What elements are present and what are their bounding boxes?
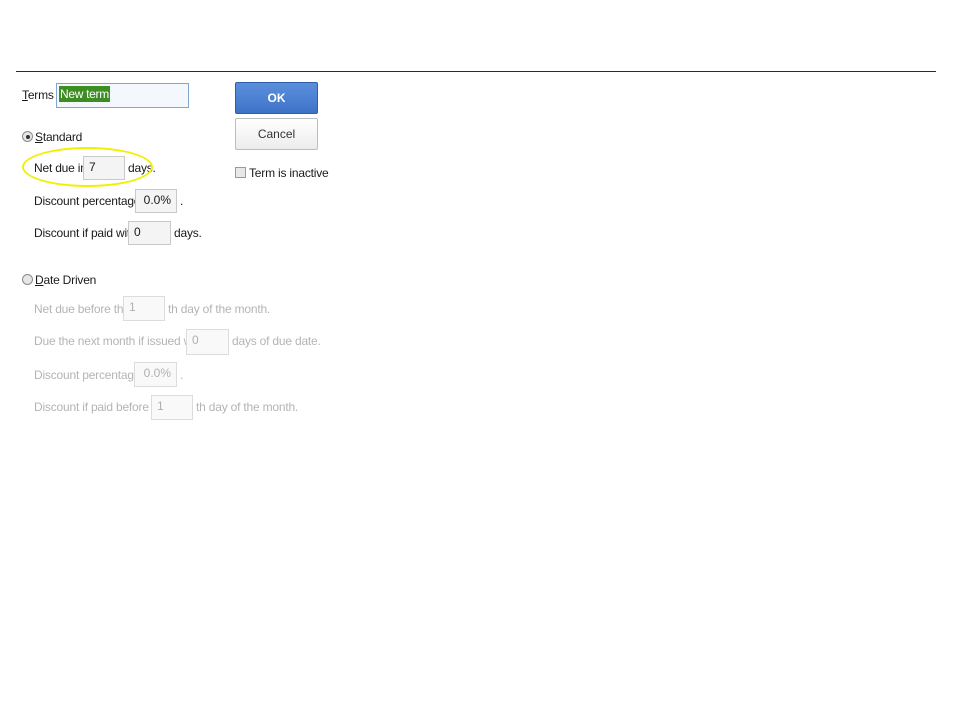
top-divider (16, 71, 936, 72)
cancel-button[interactable]: Cancel (235, 118, 318, 150)
term-inactive-label: Term is inactive (249, 166, 329, 180)
terms-name-selected-text: New term (59, 86, 110, 102)
standard-radio[interactable] (22, 131, 33, 142)
net-due-before-label: Net due before the (34, 302, 130, 316)
date-discount-percentage-suffix: . (180, 368, 184, 382)
term-inactive-checkbox[interactable] (235, 167, 246, 178)
discount-percentage-input[interactable]: 0.0% (135, 189, 177, 213)
annotation-highlight-circle (22, 147, 153, 187)
net-due-before-suffix: th day of the month. (168, 302, 271, 316)
edit-terms-dialog: Terms New term OK Cancel Term is inactiv… (0, 0, 960, 720)
discount-within-suffix: days. (174, 226, 202, 240)
standard-radio-label: Standard (35, 130, 83, 144)
date-driven-radio-label: Date Driven (35, 273, 97, 287)
discount-within-days-input[interactable]: 0 (128, 221, 171, 245)
terms-label: Terms (22, 88, 54, 102)
discount-before-day-input: 1 (151, 395, 193, 420)
discount-before-suffix: th day of the month. (196, 400, 299, 414)
net-due-before-day-input: 1 (123, 296, 165, 321)
next-month-days-input: 0 (186, 329, 229, 355)
discount-before-label: Discount if paid before the (34, 400, 169, 414)
terms-name-input[interactable]: New term (56, 83, 189, 108)
discount-percentage-suffix: . (180, 194, 184, 208)
date-driven-radio[interactable] (22, 274, 33, 285)
next-month-suffix: days of due date. (232, 334, 321, 348)
ok-button[interactable]: OK (235, 82, 318, 114)
date-discount-percentage-input: 0.0% (134, 362, 177, 387)
